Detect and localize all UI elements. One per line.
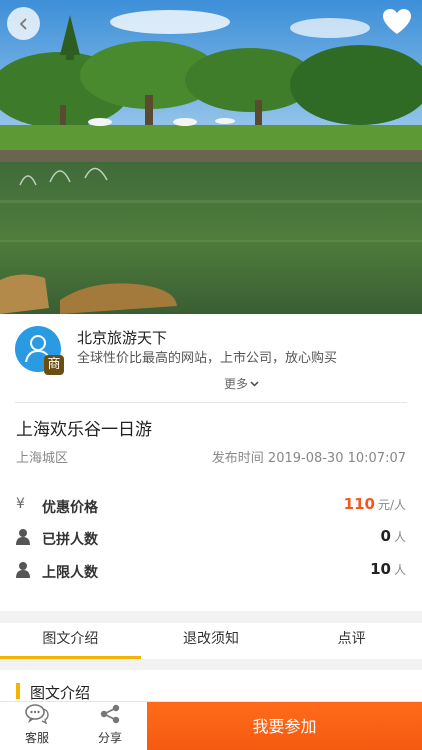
joined-row: 已拼人数 0人	[0, 526, 422, 550]
merchant-avatar: 商	[15, 326, 64, 375]
join-button[interactable]: 我要参加	[147, 702, 422, 750]
more-label: 更多	[224, 377, 249, 391]
limit-unit: 人	[393, 563, 406, 577]
tab-refund-policy[interactable]: 退改须知	[141, 623, 282, 659]
section-accent-bar	[16, 683, 20, 699]
share-button[interactable]: 分享	[86, 704, 134, 746]
product-title: 上海欢乐谷一日游	[16, 420, 152, 440]
merchant-card[interactable]: 商 北京旅游天下 全球性价比最高的网站，上市公司，放心购买 更多	[0, 314, 422, 404]
share-icon	[100, 704, 120, 724]
service-button[interactable]: 客服	[13, 704, 61, 746]
product-header: 上海欢乐谷一日游 上海城区 发布时间 2019-08-30 10:07:07	[0, 404, 422, 478]
joined-label: 已拼人数	[42, 532, 98, 548]
person-icon	[16, 562, 30, 578]
section-title: 图文介绍	[30, 684, 91, 702]
joined-unit: 人	[393, 530, 406, 544]
info-panel: ¥ 优惠价格 110 元/人 已拼人数 0人 上限人数 10 人	[0, 478, 422, 611]
back-button[interactable]	[7, 7, 40, 40]
product-area: 上海城区	[16, 451, 69, 466]
merchant-name: 北京旅游天下	[77, 329, 168, 347]
limit-value: 10 人	[370, 560, 406, 578]
chevron-down-icon	[250, 380, 259, 387]
heart-icon	[383, 9, 411, 34]
tab-reviews[interactable]: 点评	[281, 623, 422, 659]
hero-image	[0, 0, 422, 314]
chat-icon	[25, 704, 49, 725]
more-button[interactable]: 更多	[224, 375, 259, 392]
limit-row: 上限人数 10 人	[0, 559, 422, 583]
price-label: 优惠价格	[42, 500, 98, 516]
bottom-action-bar: 客服 分享 我要参加	[0, 701, 422, 750]
chevron-left-icon	[19, 17, 27, 30]
service-label: 客服	[24, 731, 49, 745]
joined-value: 0人	[380, 527, 406, 545]
detail-tabs: 图文介绍 退改须知 点评	[0, 623, 422, 659]
share-label: 分享	[97, 731, 122, 745]
merchant-description: 全球性价比最高的网站，上市公司，放心购买	[77, 351, 338, 366]
limit-label: 上限人数	[42, 565, 98, 581]
price-unit: 元/人	[377, 498, 406, 512]
favorite-button[interactable]	[382, 8, 412, 36]
price-row: ¥ 优惠价格 110 元/人	[0, 494, 422, 518]
park-lake-photo	[0, 0, 422, 314]
divider	[15, 402, 407, 403]
publish-time: 发布时间 2019-08-30 10:07:07	[211, 451, 406, 466]
merchant-badge: 商	[44, 355, 64, 375]
yen-icon: ¥	[16, 496, 25, 512]
person-icon	[16, 529, 30, 545]
price-value: 110 元/人	[343, 495, 406, 513]
tab-intro[interactable]: 图文介绍	[0, 623, 141, 659]
